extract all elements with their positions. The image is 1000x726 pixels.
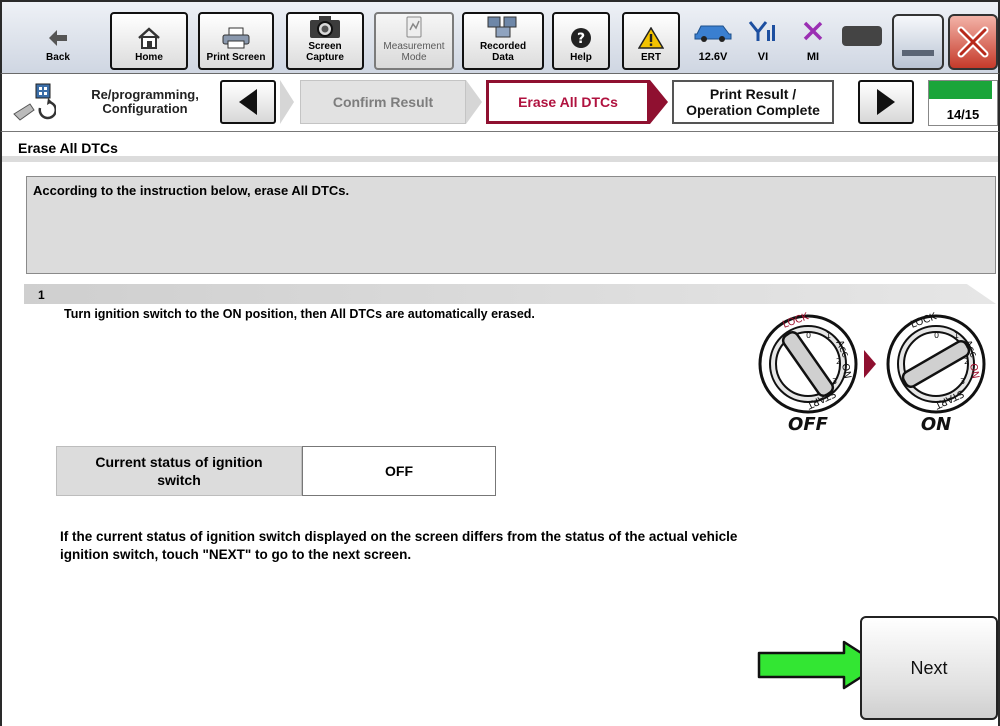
close-icon [957, 26, 989, 58]
minimize-button[interactable] [892, 14, 944, 70]
printer-icon [221, 27, 251, 49]
progress-indicator: 14/15 [928, 80, 998, 126]
progress-bar-fill [929, 81, 993, 99]
on-dial-one-label: 1 [954, 331, 959, 340]
help-button[interactable]: ? Help [552, 12, 610, 70]
back-button[interactable]: Back [20, 12, 96, 70]
current-step-arrow-icon [650, 80, 668, 124]
step-header: 1 [24, 284, 996, 304]
reprogramming-icon [12, 82, 57, 122]
close-button[interactable] [948, 14, 998, 70]
print-screen-button[interactable]: Print Screen [198, 12, 274, 70]
help-icon: ? [570, 27, 592, 49]
measurement-mode-label: Measurement Mode [383, 41, 445, 63]
instruction-box: According to the instruction below, eras… [26, 176, 996, 274]
next-button-label: Next [910, 657, 948, 678]
ignition-status-value: OFF [302, 446, 496, 496]
mi-status: MI [796, 20, 830, 70]
off-dial-one-label: 1 [826, 331, 831, 340]
vi-label: VI [757, 51, 769, 63]
arrow-right-icon [864, 350, 876, 378]
car-icon [693, 20, 733, 47]
svg-text:?: ? [577, 31, 585, 47]
previous-step-button[interactable] [220, 80, 276, 124]
battery-voltage: 12.6V [698, 51, 728, 63]
next-button[interactable]: Next [860, 616, 998, 720]
measurement-mode-button[interactable]: Measurement Mode [374, 12, 454, 70]
home-label: Home [135, 52, 163, 63]
step-number: 1 [38, 288, 45, 302]
next-step-arrow-button[interactable] [858, 80, 914, 124]
ignition-status-label: Current status of ignition switch [56, 446, 302, 496]
home-button[interactable]: Home [110, 12, 188, 70]
ignition-on-label: ON [921, 414, 951, 435]
print-screen-label: Print Screen [206, 52, 266, 63]
section-title: Re/programming, Configuration [91, 87, 199, 116]
back-label: Back [46, 52, 70, 63]
recorded-data-label: Recorded Data [479, 41, 527, 63]
signal-icon [748, 20, 778, 47]
ignition-dial-off: LOCK 0 1 Acc 2 ON 3 START OFF [758, 311, 858, 435]
off-dial-zero-label: 0 [806, 331, 811, 340]
page-title-bar: Erase All DTCs [2, 132, 998, 162]
vi-status: VI [746, 20, 780, 70]
ignition-switch-illustration: LOCK 0 1 Acc 2 ON 3 START OFF LOCK 0 1 A… [758, 311, 986, 435]
recorded-data-button[interactable]: Recorded Data [462, 12, 544, 70]
connection-indicator [842, 26, 882, 46]
step-print-result: Print Result / Operation Complete [672, 80, 834, 124]
help-label: Help [570, 52, 592, 63]
chevron-right-icon [877, 89, 895, 115]
page-title: Erase All DTCs [18, 140, 118, 156]
warning-icon [638, 27, 664, 49]
ert-button[interactable]: ERT [622, 12, 680, 70]
off-dial-three-label: 3 [832, 377, 837, 386]
step-text: Turn ignition switch to the ON position,… [64, 307, 535, 321]
measurement-icon [404, 16, 424, 38]
camera-icon [309, 16, 341, 38]
cross-icon [801, 20, 825, 47]
note-text: If the current status of ignition switch… [60, 529, 738, 562]
ert-label: ERT [641, 52, 661, 63]
step-confirm-result-label: Confirm Result [332, 94, 434, 110]
on-dial-zero-label: 0 [934, 331, 939, 340]
ignition-dial-on: LOCK 0 1 Acc 2 ON 3 START ON [886, 311, 986, 435]
home-icon [136, 27, 162, 49]
back-arrow-icon [48, 27, 68, 49]
step-separator-icon [466, 80, 482, 124]
mi-label: MI [806, 51, 820, 63]
screen-capture-button[interactable]: Screen Capture [286, 12, 364, 70]
step-erase-all-dtcs-label: Erase All DTCs [518, 94, 618, 110]
instruction-text: According to the instruction below, eras… [33, 183, 350, 198]
progress-text: 14/15 [946, 107, 980, 122]
step-separator-icon [280, 80, 294, 124]
main-content: Erase All DTCs According to the instruct… [0, 132, 1000, 726]
step-erase-all-dtcs: Erase All DTCs [486, 80, 650, 124]
chevron-left-icon [239, 89, 257, 115]
screen-capture-label: Screen Capture [306, 41, 344, 63]
step-confirm-result: Confirm Result [300, 80, 466, 124]
on-dial-three-label: 3 [960, 377, 965, 386]
battery-status: 12.6V [690, 20, 736, 70]
top-toolbar: Back Home Print Screen Screen Capture Me… [0, 0, 1000, 74]
ignition-off-label: OFF [788, 414, 829, 435]
navigation-bar: Re/programming, Configuration Confirm Re… [0, 74, 1000, 132]
recorded-data-icon [486, 16, 520, 38]
step-print-result-label: Print Result / Operation Complete [686, 86, 820, 118]
